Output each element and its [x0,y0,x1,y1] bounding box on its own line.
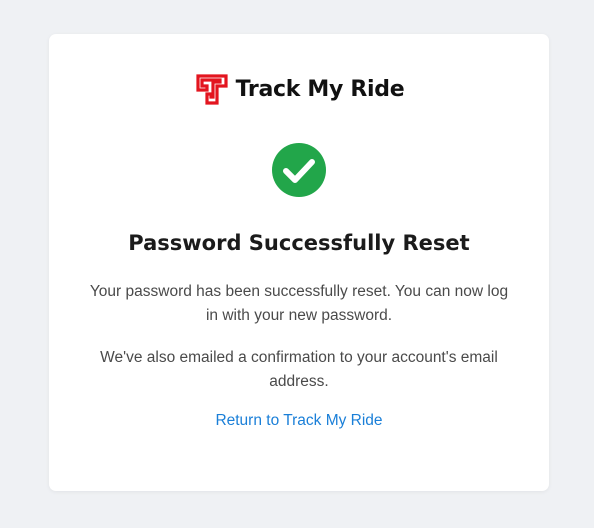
brand-name: Track My Ride [235,76,405,102]
brand-header: Track My Ride [49,73,549,105]
password-reset-card: Track My Ride Password Successfully Rese… [49,34,549,491]
reset-confirmation-text: Your password has been successfully rese… [89,283,509,324]
track-my-ride-logo-icon [196,74,228,105]
page-title: Password Successfully Reset [128,231,470,255]
email-confirmation-text: We've also emailed a confirmation to you… [100,349,498,390]
return-to-track-my-ride-link[interactable]: Return to Track My Ride [49,412,549,430]
check-circle-icon [272,143,326,197]
